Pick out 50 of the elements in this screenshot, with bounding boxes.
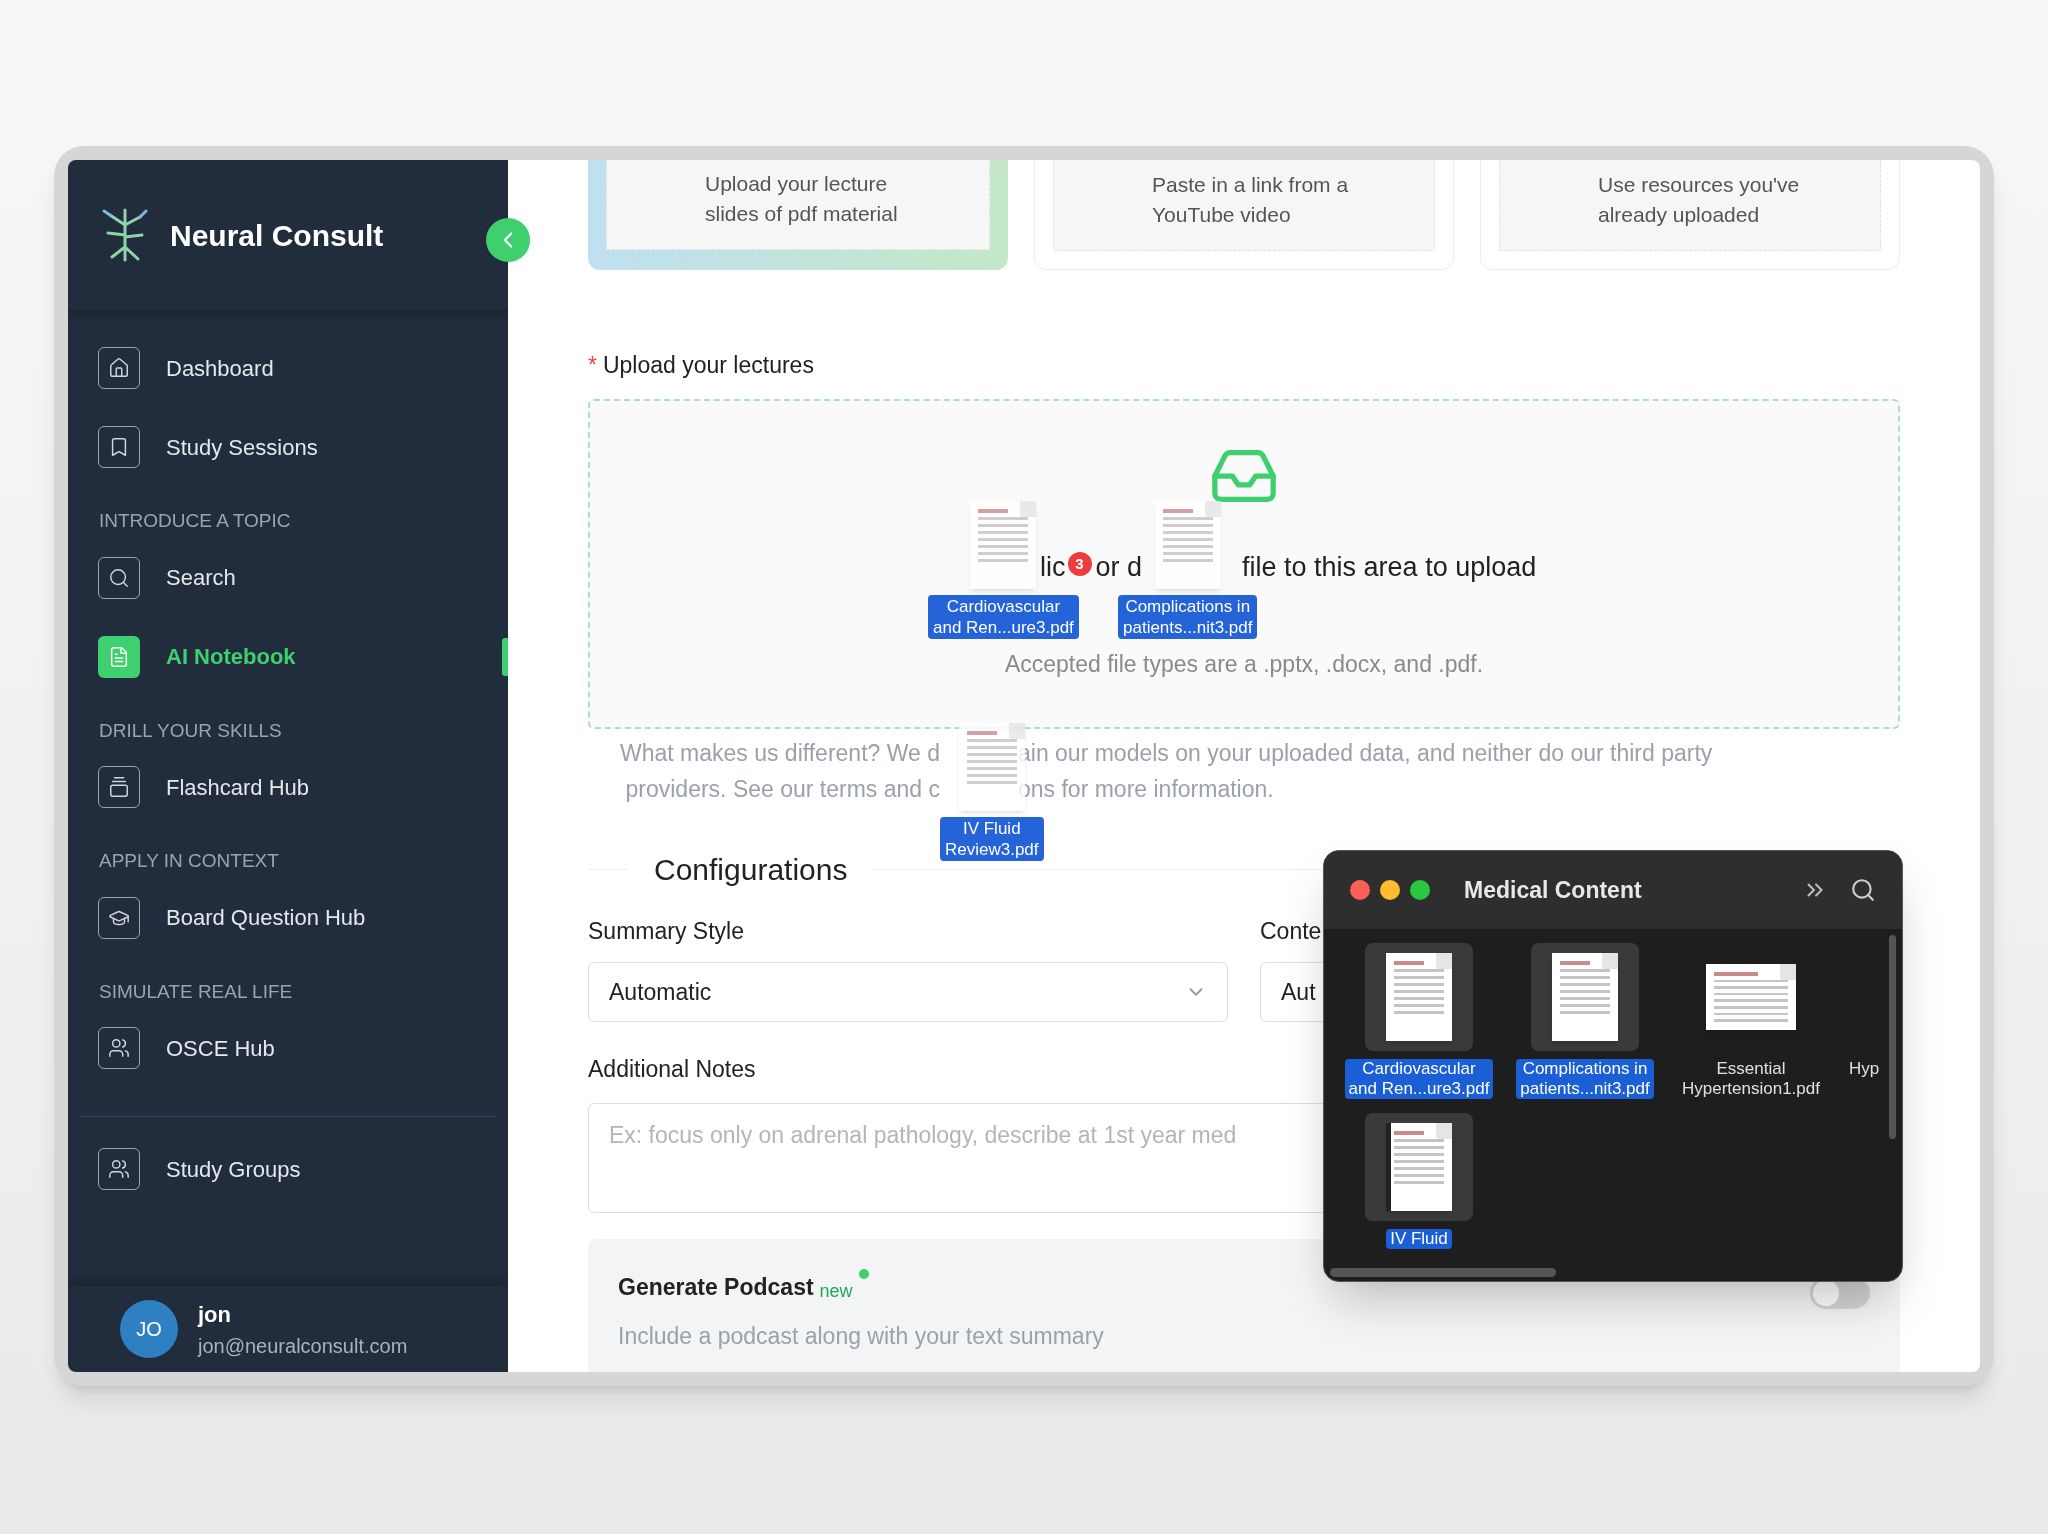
avatar[interactable]: JO (120, 1300, 178, 1358)
sidebar-item[interactable]: Flashcard Hub (98, 766, 310, 808)
new-label: new (819, 1279, 853, 1303)
required-mark: * (588, 351, 597, 380)
file-name[interactable]: IV Fluid (1386, 1229, 1452, 1249)
field-label: Upload your lectures (602, 351, 814, 380)
upload-title-fragment: lic (1040, 550, 1066, 584)
source-option-card[interactable]: Upload your lecture slides of pdf material (588, 160, 1008, 270)
card-description: Paste in a link from a YouTube video (1152, 172, 1350, 228)
file-name[interactable]: Cardiovascular and Ren...ure3.pdf (1344, 1059, 1494, 1099)
podcast-description: Include a podcast along with your text summary (618, 1321, 1104, 1351)
privacy-text: ain our models on your uploaded data, and neither do our third party (1018, 738, 1714, 767)
sidebar-item[interactable]: Dashboard (98, 347, 274, 389)
drag-count-badge: 3 (1067, 551, 1092, 576)
user-email: jon@neuralconsult.com (198, 1333, 408, 1359)
section-title: Configurations (654, 851, 848, 888)
sidebar-item[interactable]: OSCE Hub (98, 1027, 275, 1069)
section-heading: APPLY IN CONTEXT (99, 849, 280, 873)
source-option-card[interactable]: Paste in a link from a YouTube video (1034, 160, 1454, 270)
section-heading: INTRODUCE A TOPIC (99, 509, 292, 533)
card-description: Upload your lecture slides of pdf material (705, 171, 899, 227)
podcast-title: Generate Podcast (618, 1273, 814, 1302)
privacy-text: ons for more information. (1018, 774, 1275, 803)
privacy-text: What makes us different? We d (619, 738, 940, 767)
section-heading: DRILL YOUR SKILLS (99, 718, 283, 743)
upload-hint: Accepted file types are a .pptx, .docx, and .pdf. (1004, 650, 1484, 679)
sidebar-item[interactable]: Board Question Hub (98, 896, 366, 939)
sidebar-item[interactable]: Study Groups (98, 1148, 301, 1190)
sidebar-item[interactable]: Study Sessions (98, 426, 318, 468)
section-heading: SIMULATE REAL LIFE (99, 979, 294, 1004)
window-title: Medical Content (1464, 875, 1642, 905)
sidebar-item[interactable]: Search (98, 556, 236, 599)
upload-title-fragment: file to this area to upload (1242, 550, 1537, 584)
field-label: Summary Style (588, 916, 745, 946)
file-name-label: IV Fluid Review3.pdf (940, 816, 1044, 861)
card-description: Use resources you've already uploaded (1598, 172, 1801, 228)
summary-style-select[interactable]: Automatic (588, 962, 1228, 1022)
file-name[interactable]: Hyp (1844, 1059, 1884, 1079)
file-name[interactable]: Essential Hypertension1.pdf (1678, 1059, 1824, 1099)
source-option-card[interactable]: Use resources you've already uploaded (1480, 160, 1900, 270)
brand-name: Neural Consult (170, 217, 384, 254)
sidebar-item[interactable]: AI Notebook (98, 635, 296, 678)
upload-title-fragment: or d (1095, 550, 1143, 584)
privacy-text: providers. See our terms and c (625, 774, 940, 803)
user-name: jon (198, 1300, 232, 1329)
file-name[interactable]: Complications in patients...nit3.pdf (1516, 1059, 1654, 1099)
field-label: Additional Notes (588, 1055, 756, 1084)
file-name-label: Cardiovascular and Ren...ure3.pdf (928, 594, 1079, 639)
file-name-label: Complications in patients...nit3.pdf (1118, 594, 1258, 639)
field-label: Conte (1260, 916, 1323, 946)
